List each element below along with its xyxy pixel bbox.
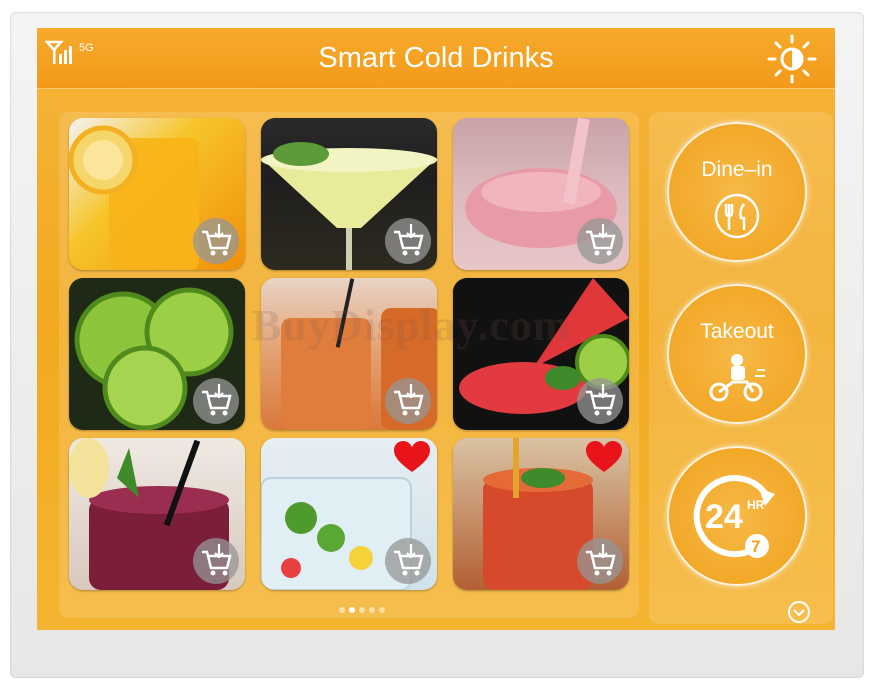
drink-tile[interactable] <box>69 438 245 590</box>
add-to-cart-button[interactable] <box>385 378 431 424</box>
add-to-cart-button[interactable] <box>577 538 623 584</box>
add-to-cart-button[interactable] <box>385 538 431 584</box>
service-panel: Dine–in Takeout 24 HR 7 <box>649 112 833 624</box>
utensils-icon <box>714 193 760 239</box>
cart-icon <box>202 384 232 416</box>
days-label: 7 <box>751 537 761 556</box>
takeout-button[interactable]: Takeout <box>667 284 807 424</box>
add-to-cart-button[interactable] <box>193 538 239 584</box>
cart-icon <box>202 544 232 576</box>
drink-tile[interactable] <box>261 118 437 270</box>
brightness-icon[interactable] <box>767 34 817 84</box>
24-7-service-button[interactable]: 24 HR 7 <box>667 446 807 586</box>
watermark: BuyDisplay.com <box>252 301 571 350</box>
add-to-cart-button[interactable] <box>577 218 623 264</box>
cart-icon <box>394 224 424 256</box>
page-dot[interactable] <box>339 607 345 613</box>
cart-icon <box>586 544 616 576</box>
page-title: Smart Cold Drinks <box>318 42 554 74</box>
delivery-scooter-icon <box>709 354 765 402</box>
drink-tile[interactable] <box>69 278 245 430</box>
drink-tile[interactable] <box>453 438 629 590</box>
drink-tile[interactable] <box>261 438 437 590</box>
drink-grid <box>59 112 639 618</box>
chevron-down-icon[interactable] <box>787 600 811 624</box>
cart-icon <box>586 224 616 256</box>
page-indicator <box>337 600 417 613</box>
cart-icon <box>394 544 424 576</box>
drink-tile[interactable] <box>453 118 629 270</box>
header-bar: 5G Smart Cold Drinks <box>37 28 835 89</box>
add-to-cart-button[interactable] <box>577 378 623 424</box>
dine-in-label: Dine–in <box>701 158 773 181</box>
favorite-heart-icon[interactable] <box>585 440 623 474</box>
cart-icon <box>586 384 616 416</box>
hr-label: HR <box>747 498 765 512</box>
hours-label: 24 <box>705 498 743 536</box>
page-dot-active[interactable] <box>349 607 355 613</box>
favorite-heart-icon[interactable] <box>393 440 431 474</box>
add-to-cart-button[interactable] <box>193 218 239 264</box>
add-to-cart-button[interactable] <box>193 378 239 424</box>
dine-in-button[interactable]: Dine–in <box>667 122 807 262</box>
page-dot[interactable] <box>379 607 385 613</box>
page-dot[interactable] <box>369 607 375 613</box>
drink-tile[interactable] <box>69 118 245 270</box>
page-dot[interactable] <box>359 607 365 613</box>
add-to-cart-button[interactable] <box>385 218 431 264</box>
cart-icon <box>394 384 424 416</box>
cart-icon <box>202 224 232 256</box>
takeout-label: Takeout <box>700 320 774 343</box>
